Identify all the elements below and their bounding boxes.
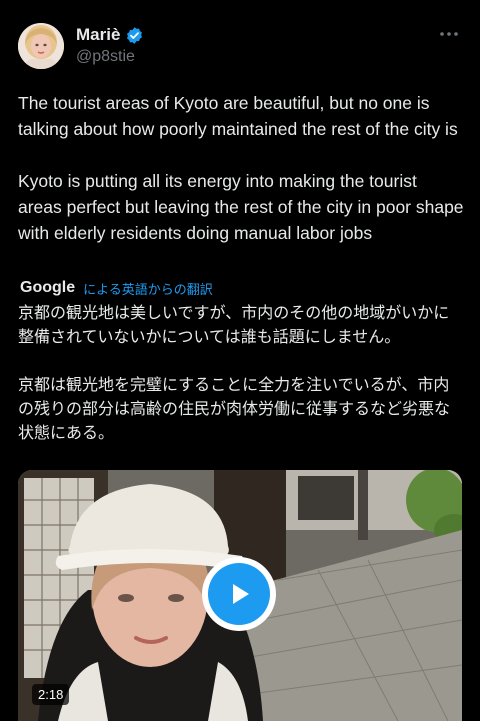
video-player[interactable]: 2:18 [18,470,462,721]
translated-from-english-link[interactable]: による英語からの翻訳 [83,279,213,298]
avatar[interactable] [18,23,64,69]
play-button-inner [208,563,270,625]
video-duration: 2:18 [32,684,70,705]
google-logo: Google [20,279,76,296]
verified-badge-icon [127,26,143,44]
tweet-text: The tourist areas of Kyoto are beautiful… [18,93,464,243]
translation-attribution[interactable]: Google による英語からの翻訳 [20,278,213,298]
translated-text: 京都の観光地は美しいですが、市内のその他の地域がいかに整備されていないかについて… [18,303,451,442]
more-horizontal-icon[interactable] [438,27,460,41]
author-names: Mariè @p8stie [76,24,144,66]
avatar-image [18,23,64,69]
play-icon [233,584,249,604]
play-button[interactable] [202,557,276,631]
display-name-row: Mariè [76,24,144,46]
handle[interactable]: @p8stie [76,48,144,66]
display-name[interactable]: Mariè [76,25,120,45]
tweet-header: Mariè @p8stie [18,23,462,69]
